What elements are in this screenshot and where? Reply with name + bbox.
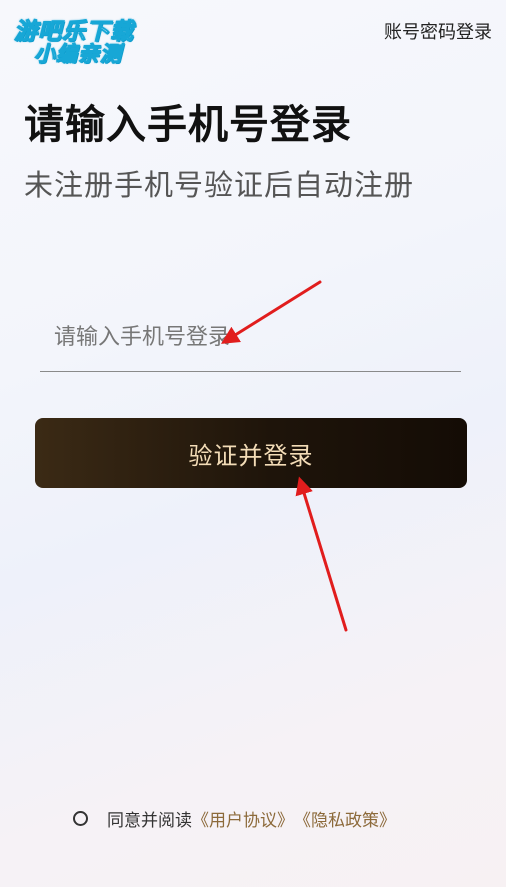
privacy-policy-link[interactable]: 《隐私政策》 [294, 806, 396, 831]
watermark-logo: 游吧乐下载 小编亲测 [10, 10, 150, 67]
account-password-login-link[interactable]: 账号密码登录 [384, 18, 492, 44]
user-agreement-link[interactable]: 《用户协议》 [192, 806, 294, 831]
agree-text: 同意并阅读 [107, 811, 192, 831]
phone-field-container [40, 305, 461, 372]
agreement-row: 同意并阅读 《用户协议》 《隐私政策》 [73, 806, 396, 831]
page-title: 请输入手机号登录 [24, 102, 352, 148]
phone-input[interactable] [54, 317, 434, 357]
agree-radio-button[interactable] [73, 811, 88, 826]
verify-login-button[interactable]: 验证并登录 [35, 418, 467, 488]
page-subtitle: 未注册手机号验证后自动注册 [24, 168, 415, 202]
arrow-to-submit-button [295, 476, 348, 632]
watermark-line-2: 小编亲测 [34, 42, 122, 67]
